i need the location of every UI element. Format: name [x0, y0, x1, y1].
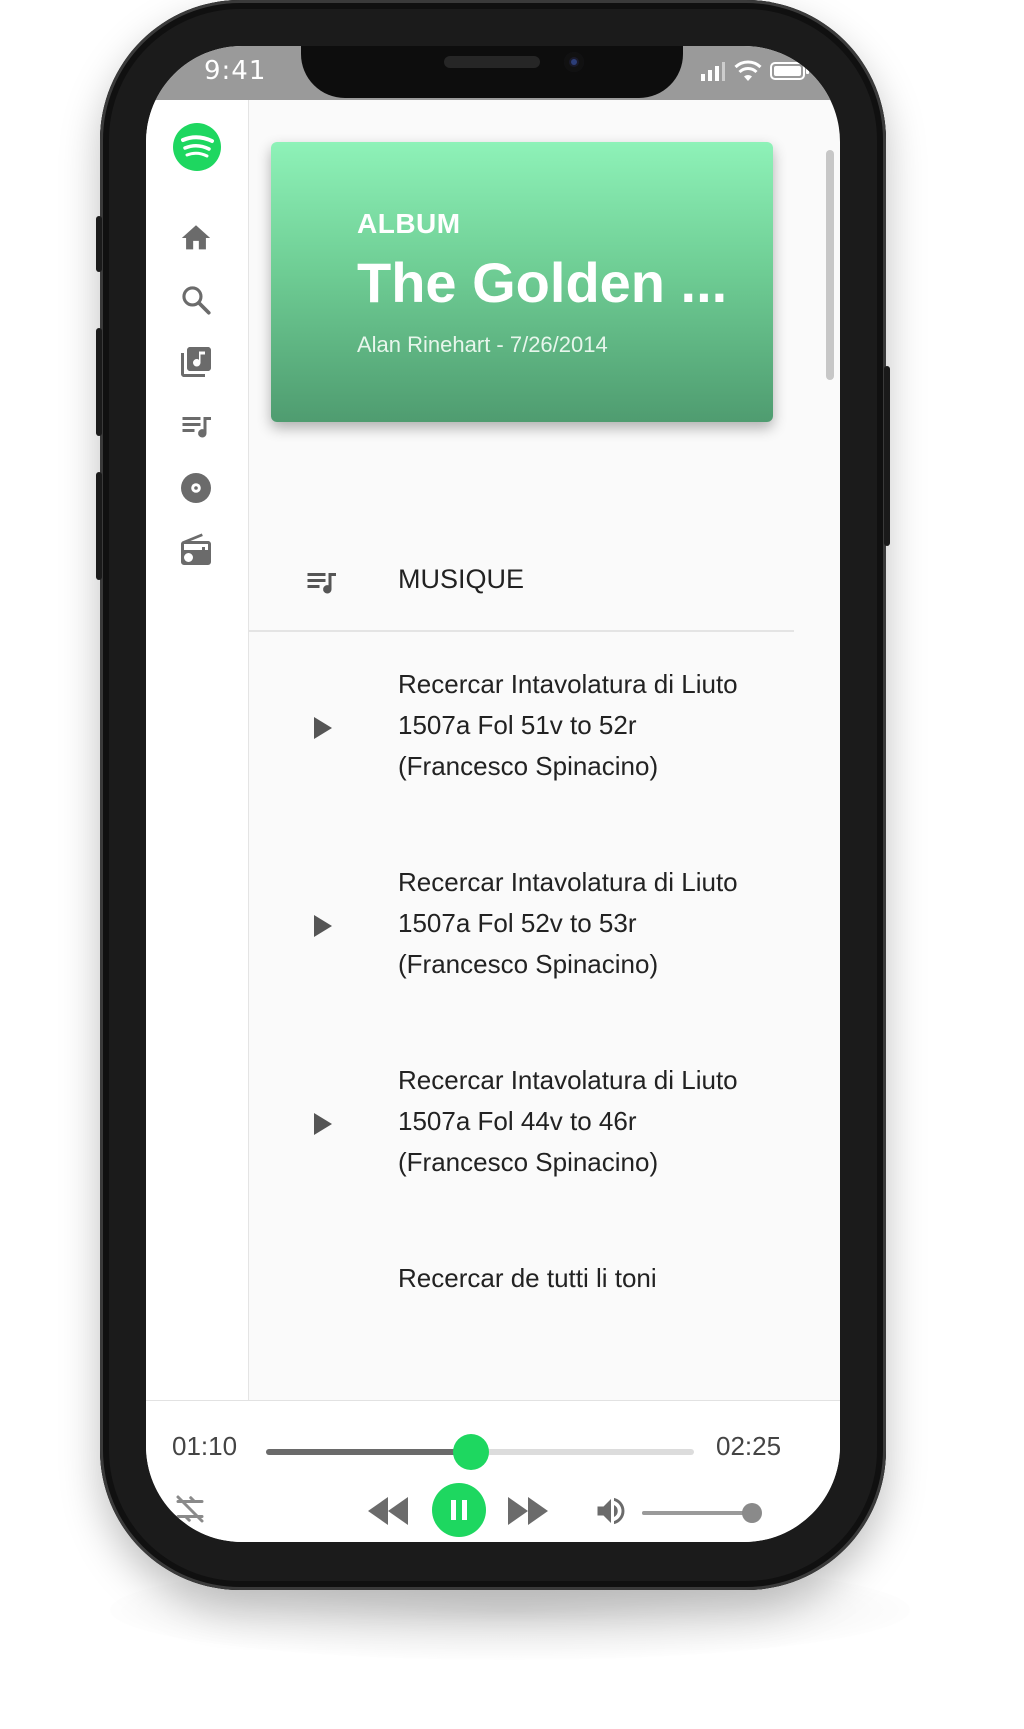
sidebar-item-search[interactable] [176, 280, 216, 320]
play-icon[interactable] [311, 912, 335, 940]
track-title: Recercar Intavolatura di Liuto 1507a Fol… [398, 669, 738, 781]
pause-button[interactable] [432, 1483, 486, 1537]
scrollbar[interactable] [826, 150, 834, 380]
volume-icon[interactable] [592, 1493, 630, 1529]
notch [301, 46, 683, 98]
radio-icon [181, 533, 211, 565]
album-type-label: ALBUM [357, 208, 461, 239]
power-button [884, 366, 890, 546]
battery-icon [770, 62, 809, 80]
current-time: 01:10 [172, 1431, 238, 1461]
mute-switch [96, 216, 102, 272]
sidebar [146, 100, 249, 1400]
home-icon [181, 225, 211, 250]
status-time: 9:41 [204, 56, 267, 86]
album-header-card: ALBUM The Golden ... Alan Rinehart - 7/2… [271, 142, 773, 422]
sidebar-item-queue[interactable] [176, 406, 216, 446]
main-content: ALBUM The Golden ... Alan Rinehart - 7/2… [249, 100, 840, 1400]
volume-up-button [96, 328, 102, 436]
spotify-logo[interactable] [172, 122, 222, 172]
rewind-icon[interactable] [366, 1493, 410, 1529]
signal-icon [701, 62, 725, 81]
volume-fill [642, 1511, 752, 1515]
tracklist-header: MUSIQUE [249, 530, 794, 632]
status-icons [700, 60, 810, 82]
play-icon[interactable] [311, 1110, 335, 1138]
volume-down-button [96, 472, 102, 580]
sidebar-item-albums[interactable] [176, 468, 216, 508]
progress-fill [266, 1449, 472, 1455]
wifi-icon [734, 60, 762, 81]
queue-music-icon [307, 573, 336, 594]
track-title: Recercar de tutti li toni [398, 1263, 657, 1293]
play-icon[interactable] [311, 714, 335, 742]
phone-screen: 9:41 ALBUM The Golden ... Alan Rinehart … [146, 46, 840, 1542]
track-title: Recercar Intavolatura di Liuto 1507a Fol… [398, 1065, 738, 1177]
sidebar-item-home[interactable] [176, 218, 216, 258]
sidebar-item-library[interactable] [176, 342, 216, 382]
library-music-icon [181, 347, 211, 377]
pause-icon [451, 1500, 467, 1520]
player-bar: 01:10 02:25 [146, 1400, 840, 1542]
earpiece-speaker [444, 56, 540, 68]
queue-music-icon [182, 417, 211, 438]
track-row[interactable]: Recercar Intavolatura di Liuto 1507a Fol… [249, 1060, 794, 1210]
mockup-stage: 9:41 ALBUM The Golden ... Alan Rinehart … [0, 0, 1024, 1729]
album-disc-icon [181, 473, 211, 503]
total-time: 02:25 [716, 1431, 782, 1461]
fast-forward-icon[interactable] [506, 1493, 550, 1529]
progress-thumb[interactable] [453, 1434, 490, 1470]
progress-bar[interactable] [266, 1434, 694, 1470]
shuffle-off-icon[interactable] [172, 1491, 208, 1527]
track-row[interactable]: Recercar Intavolatura di Liuto 1507a Fol… [249, 862, 794, 1012]
track-title: Recercar Intavolatura di Liuto 1507a Fol… [398, 867, 738, 979]
front-camera [564, 52, 584, 72]
album-artist-date: Alan Rinehart - 7/26/2014 [357, 332, 608, 357]
search-icon [182, 286, 211, 315]
sidebar-item-radio[interactable] [176, 530, 216, 570]
volume-slider[interactable] [642, 1503, 762, 1523]
tracklist-header-label: MUSIQUE [398, 564, 525, 594]
track-row[interactable]: Recercar de tutti li toni [249, 1258, 794, 1400]
track-row[interactable]: Recercar Intavolatura di Liuto 1507a Fol… [249, 664, 794, 814]
volume-thumb[interactable] [742, 1503, 762, 1523]
album-title: The Golden ... [357, 251, 728, 314]
